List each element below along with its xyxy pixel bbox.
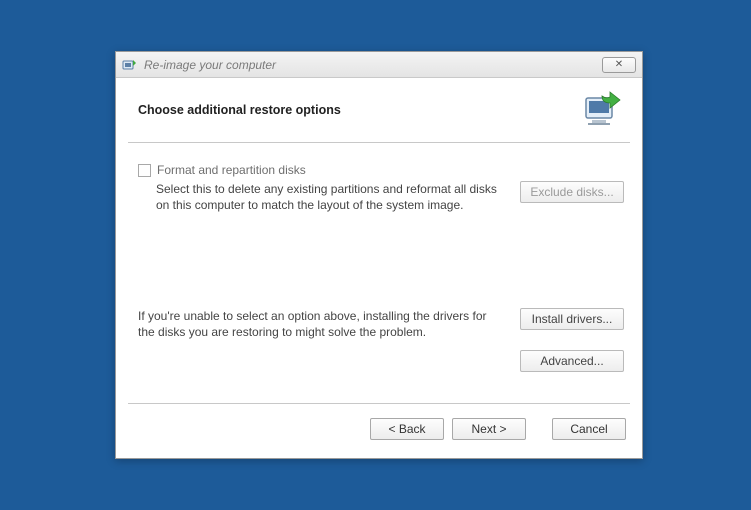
exclude-disks-button[interactable]: Exclude disks... — [520, 181, 624, 203]
close-icon: ✕ — [615, 59, 623, 70]
close-button[interactable]: ✕ — [602, 57, 636, 73]
format-description: Select this to delete any existing parti… — [138, 181, 506, 213]
restore-computer-icon — [580, 88, 624, 132]
page-heading: Choose additional restore options — [138, 103, 580, 117]
next-button[interactable]: Next > — [452, 418, 526, 440]
footer: < Back Next > Cancel — [116, 404, 642, 458]
format-option-row: Format and repartition disks — [138, 163, 624, 177]
app-icon — [122, 57, 138, 73]
install-drivers-button[interactable]: Install drivers... — [520, 308, 624, 330]
format-checkbox-label: Format and repartition disks — [157, 163, 306, 177]
content-area: Format and repartition disks Select this… — [116, 143, 642, 403]
format-description-row: Select this to delete any existing parti… — [138, 181, 624, 213]
format-checkbox[interactable] — [138, 164, 151, 177]
cancel-button[interactable]: Cancel — [552, 418, 626, 440]
drivers-description: If you're unable to select an option abo… — [138, 308, 506, 340]
header: Choose additional restore options — [116, 78, 642, 142]
advanced-button[interactable]: Advanced... — [520, 350, 624, 372]
window-title: Re-image your computer — [144, 58, 596, 72]
dialog-window: Re-image your computer ✕ Choose addition… — [115, 51, 643, 459]
back-button[interactable]: < Back — [370, 418, 444, 440]
titlebar: Re-image your computer ✕ — [116, 52, 642, 78]
drivers-section: If you're unable to select an option abo… — [138, 308, 624, 372]
